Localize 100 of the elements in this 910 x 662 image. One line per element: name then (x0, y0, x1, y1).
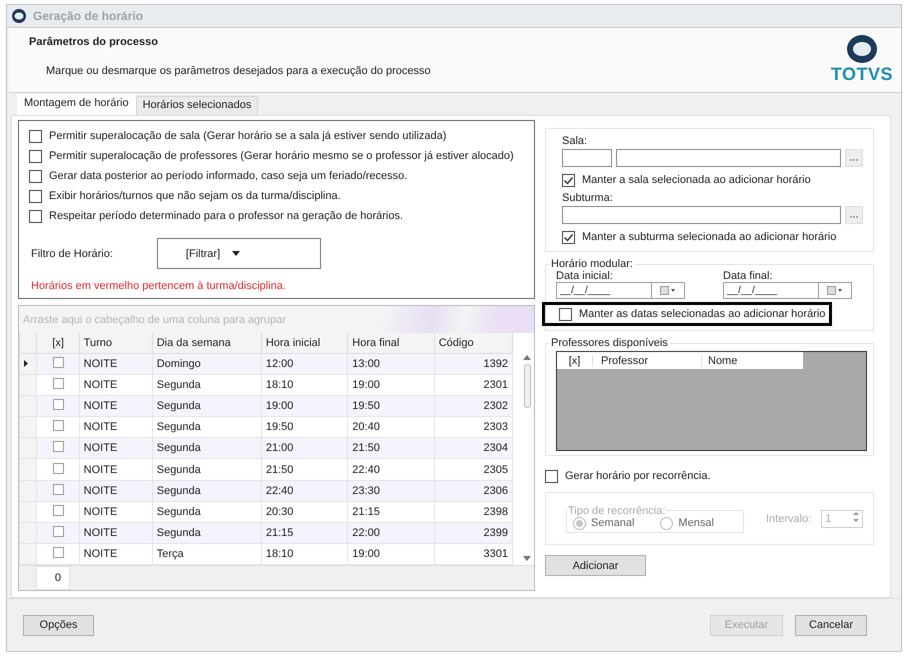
table-cell: 21:15 (348, 501, 434, 522)
checkbox[interactable] (545, 470, 558, 482)
input-field[interactable] (562, 149, 612, 167)
scroll-down-icon[interactable] (523, 556, 531, 561)
app-logo-icon (11, 8, 27, 24)
calendar-icon (827, 286, 843, 295)
filter-value: [Filtrar] (186, 248, 220, 260)
logo-icon (844, 34, 879, 64)
window-title: Geração de horário (33, 9, 144, 23)
table-cell: NOITE (79, 396, 152, 417)
table-cell: NOITE (79, 354, 152, 375)
checkbox-label: Permitir superalocação de professores (Gerar horário mesmo se o professor já estiver alocado) (49, 150, 514, 162)
checkbox-label: Manter as datas selecionadas ao adicionar horário (579, 308, 826, 320)
table-cell: Segunda (152, 458, 262, 480)
checkbox[interactable] (29, 210, 42, 222)
column-header[interactable]: Professor (592, 354, 701, 366)
section-title: Parâmetros do processo (29, 36, 159, 48)
column-header[interactable]: Turno (79, 333, 152, 354)
table-cell: NOITE (79, 501, 152, 522)
add-button[interactable]: Adicionar (545, 555, 646, 576)
browse-button[interactable] (845, 206, 863, 224)
input-field[interactable] (616, 149, 841, 167)
table-cell: NOITE (79, 458, 152, 480)
table-cell: 2304 (434, 438, 512, 459)
scroll-up-icon[interactable] (523, 355, 531, 360)
column-header[interactable]: Hora final (348, 333, 434, 354)
group-title: Tipo de recorrência: (567, 504, 666, 516)
field-label: Intervalo: (766, 512, 812, 524)
checkbox-label: Permitir superalocação de sala (Gerar horário se a sala já estiver sendo utilizada) (49, 130, 446, 142)
row-checkbox[interactable] (52, 546, 64, 558)
note-text: Horários em vermelho pertencem à turma/disciplina. (30, 280, 287, 292)
row-checkbox[interactable] (52, 484, 64, 495)
table-cell: 22:40 (261, 480, 348, 502)
table-cell: Segunda (152, 522, 262, 544)
date-field[interactable]: __/__/____ (556, 282, 685, 299)
column-header[interactable]: [x] (557, 354, 592, 366)
column-header[interactable]: Nome (701, 354, 738, 366)
filter-dropdown[interactable]: [Filtrar] (156, 238, 321, 269)
table-cell: 13:00 (348, 354, 434, 375)
row-checkbox[interactable] (52, 526, 64, 537)
column-header[interactable]: Hora inicial (261, 333, 348, 354)
calendar-icon (660, 286, 676, 295)
row-checkbox[interactable] (52, 399, 64, 410)
checkbox[interactable] (29, 190, 42, 202)
table-cell: 19:50 (348, 396, 434, 417)
section-description: Marque ou desmarque os parâmetros desejados para a execução do processo (45, 65, 431, 77)
field-label: Data final: (723, 270, 774, 282)
table-cell: 2398 (434, 501, 512, 522)
row-checkbox[interactable] (52, 441, 64, 452)
field-label: Subturma: (562, 192, 614, 204)
checkbox-label: Gerar horário por recorrência. (565, 470, 711, 482)
row-checkbox[interactable] (52, 378, 64, 390)
checkbox[interactable] (562, 230, 575, 244)
date-field[interactable]: __/__/____ (723, 282, 852, 299)
count-field: 0 (36, 566, 70, 590)
group-hint: Arraste aqui o cabeçalho de uma coluna para agrupar (23, 314, 286, 326)
table-cell: NOITE (79, 480, 152, 502)
group-title: Horário modular: (550, 258, 634, 270)
table-cell: Segunda (152, 438, 262, 459)
field-label: Sala: (562, 135, 588, 147)
logo-text: TOTVS (830, 64, 893, 85)
row-checkbox[interactable] (52, 462, 64, 474)
checkbox[interactable] (562, 174, 575, 186)
browse-button[interactable] (845, 149, 863, 167)
checkbox[interactable] (559, 308, 572, 320)
table-cell: 12:00 (261, 354, 348, 375)
radio-label: Semanal (591, 517, 634, 529)
table-cell: Segunda (152, 501, 262, 522)
table-cell: 2399 (434, 522, 512, 544)
group-title: Professores disponíveis (550, 337, 669, 349)
checkbox-label: Gerar data posterior ao período informado, caso seja um feriado/recesso. (49, 170, 408, 182)
table-cell: 1392 (434, 354, 512, 375)
checkbox-label: Manter a sala selecionada ao adicionar horário (582, 174, 811, 186)
table-cell: Segunda (152, 480, 262, 502)
column-header[interactable]: Dia da semana (152, 333, 262, 354)
row-checkbox[interactable] (52, 420, 64, 432)
tab[interactable]: Montagem de horário (17, 94, 136, 115)
table-cell: 19:00 (261, 396, 348, 417)
checkbox[interactable] (29, 170, 42, 182)
table-cell: 2306 (434, 480, 512, 502)
table-cell: 22:00 (348, 522, 434, 544)
input-field[interactable] (562, 206, 841, 224)
checkbox[interactable] (29, 130, 42, 142)
table-cell: 21:00 (261, 438, 348, 459)
checkbox-label: Manter a subturma selecionada ao adicionar horário (582, 231, 836, 243)
column-header[interactable]: Código (434, 333, 512, 354)
table-cell: NOITE (79, 438, 152, 459)
table-cell: 21:50 (348, 438, 434, 459)
row-checkbox[interactable] (52, 504, 64, 516)
table-cell: 20:30 (261, 501, 348, 522)
tab[interactable]: Horários selecionados (136, 96, 258, 115)
checkbox-label: Respeitar período determinado para o professor na geração de horários. (49, 210, 404, 222)
row-checkbox[interactable] (52, 357, 64, 368)
table-cell: NOITE (79, 522, 152, 544)
dialog-button[interactable]: Opções (23, 614, 94, 636)
checkbox[interactable] (29, 150, 42, 162)
column-header[interactable]: [x] (36, 333, 80, 354)
table-cell: 21:15 (261, 522, 348, 544)
table-cell: Domingo (152, 354, 262, 375)
dialog-button[interactable]: Cancelar (795, 614, 867, 636)
